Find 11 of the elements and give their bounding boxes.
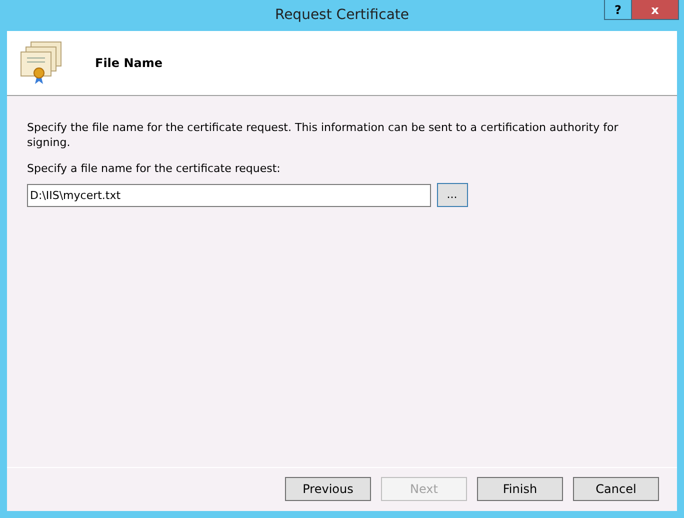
wizard-button[interactable]: Cancel <box>573 477 659 501</box>
file-name-field[interactable]: D:\IIS\mycert.txt <box>27 184 431 206</box>
field-label: Specify a file name for the certificate request: <box>27 161 282 177</box>
close-button[interactable]: x <box>632 0 679 20</box>
description-text: Specify the file name for the certificate request. This information can be sent to a certification authority for signing. <box>27 120 620 150</box>
browse-button[interactable]: ... <box>436 183 468 207</box>
window-title: Request Certificate <box>274 7 410 23</box>
help-button[interactable]: ? <box>604 0 632 20</box>
wizard-button[interactable]: Previous <box>285 477 371 501</box>
page-heading: File Name <box>95 55 163 72</box>
wizard-button[interactable]: Finish <box>477 477 563 501</box>
